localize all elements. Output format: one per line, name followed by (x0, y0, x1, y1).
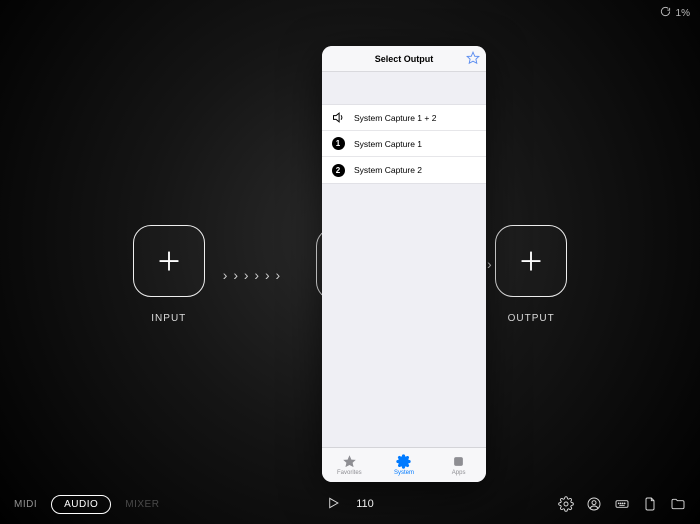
battery-percent: 1% (676, 8, 690, 19)
tab-apps[interactable]: Apps (439, 454, 479, 476)
output-item-label: System Capture 1 + 2 (354, 113, 436, 123)
flow-arrows-left: › › › › › › (223, 267, 281, 283)
popover-tabbar: Favorites System Apps (322, 447, 486, 482)
popover-title: Select Output (375, 54, 434, 64)
output-label: OUTPUT (508, 313, 555, 324)
folder-button[interactable] (670, 496, 686, 512)
tab-favorites[interactable]: Favorites (329, 454, 369, 476)
input-node: INPUT (133, 225, 205, 324)
sync-icon (660, 6, 671, 20)
tab-apps-label: Apps (452, 470, 466, 476)
mode-audio-button[interactable]: AUDIO (51, 495, 111, 514)
output-item-label: System Capture 1 (354, 139, 422, 149)
profile-button[interactable] (586, 496, 602, 512)
tempo-value[interactable]: 110 (356, 498, 374, 510)
output-list: System Capture 1 + 2 1 System Capture 1 … (322, 104, 486, 184)
popover-header: Select Output (322, 46, 486, 72)
output-node: OUTPUT (495, 225, 567, 324)
select-output-popover: Select Output System Capture 1 + 2 1 Sys… (322, 46, 486, 482)
favorite-star-button[interactable] (466, 51, 480, 65)
status-bar: 1% (660, 6, 690, 20)
tab-system[interactable]: System (384, 454, 424, 476)
mode-midi-button[interactable]: MIDI (14, 499, 37, 510)
bottom-toolbar: MIDI AUDIO MIXER 110 (0, 484, 700, 524)
settings-button[interactable] (558, 496, 574, 512)
speaker-icon (330, 110, 346, 125)
play-button[interactable] (326, 496, 340, 513)
output-item-stereo[interactable]: System Capture 1 + 2 (322, 105, 486, 131)
output-item-2[interactable]: 2 System Capture 2 (322, 157, 486, 183)
channel-2-icon: 2 (330, 164, 346, 177)
keyboard-button[interactable] (614, 496, 630, 512)
add-output-button[interactable] (495, 225, 567, 297)
add-input-button[interactable] (133, 225, 205, 297)
channel-1-icon: 1 (330, 137, 346, 150)
document-button[interactable] (642, 496, 658, 512)
flow-arrows-right: › (487, 256, 492, 272)
output-item-1[interactable]: 1 System Capture 1 (322, 131, 486, 157)
tab-system-label: System (394, 470, 414, 476)
output-item-label: System Capture 2 (354, 165, 422, 175)
mode-mixer-button[interactable]: MIXER (125, 499, 159, 510)
input-label: INPUT (151, 313, 186, 324)
tab-favorites-label: Favorites (337, 470, 362, 476)
